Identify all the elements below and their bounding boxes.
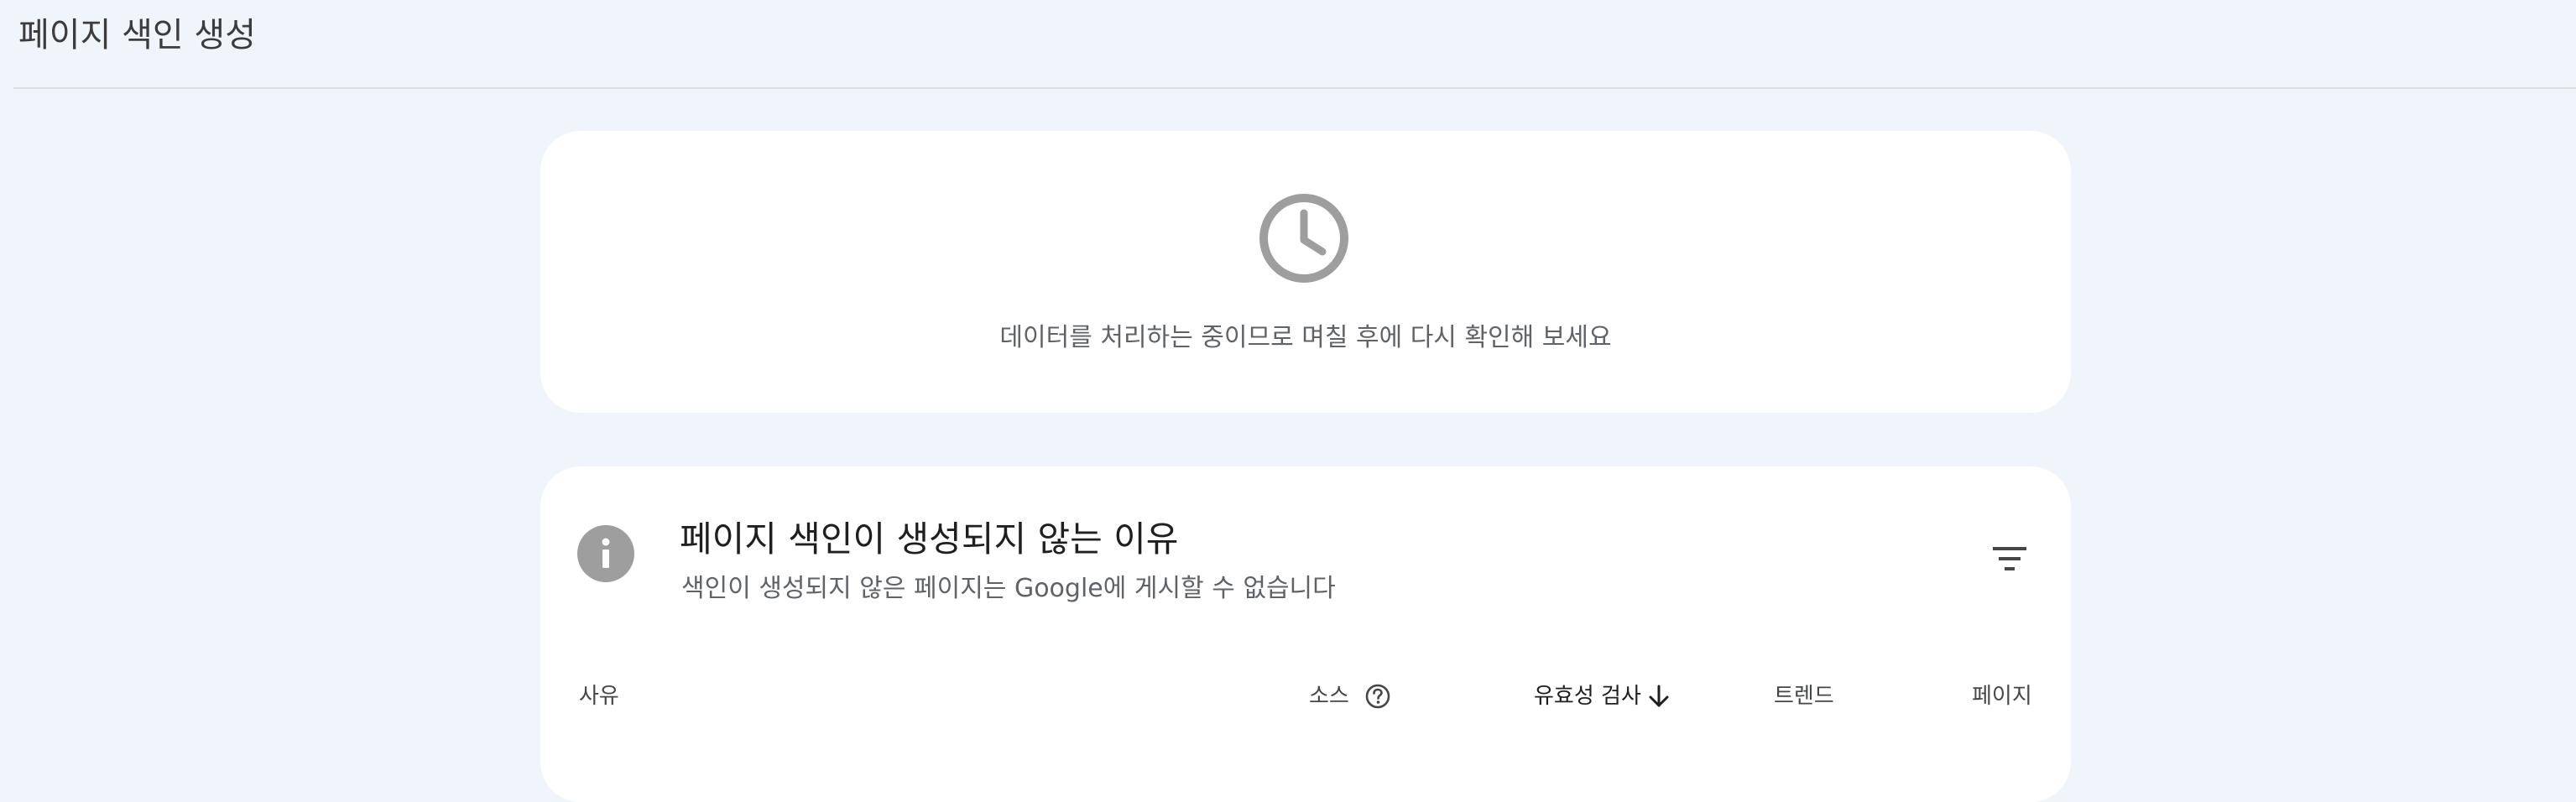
arrow-down-icon[interactable] xyxy=(1646,683,1671,710)
column-header-trend[interactable]: 트렌드 xyxy=(1774,678,1834,715)
reasons-subtitle: 색인이 생성되지 않은 페이지는 Google에 게시할 수 없습니다 xyxy=(681,574,1336,603)
filter-icon xyxy=(1993,547,2026,570)
page-header: 페이지 색인 생성 xyxy=(0,0,2576,87)
processing-message: 데이터를 처리하는 중이므로 며칠 후에 다시 확인해 보세요 xyxy=(999,323,1612,352)
filter-button[interactable] xyxy=(1987,539,2032,579)
column-header-source[interactable]: 소스 xyxy=(1309,678,1349,715)
info-icon xyxy=(577,525,634,582)
page-title: 페이지 색인 생성 xyxy=(18,16,257,55)
header-divider xyxy=(13,87,2576,89)
column-header-pages[interactable]: 페이지 xyxy=(1972,678,2032,715)
clock-icon xyxy=(1259,194,1348,283)
column-header-validation[interactable]: 유효성 검사 xyxy=(1534,678,1641,715)
column-header-reason[interactable]: 사유 xyxy=(579,678,619,715)
help-circle-icon[interactable] xyxy=(1364,683,1391,710)
reasons-title: 페이지 색인이 생성되지 않는 이유 xyxy=(680,518,1179,560)
